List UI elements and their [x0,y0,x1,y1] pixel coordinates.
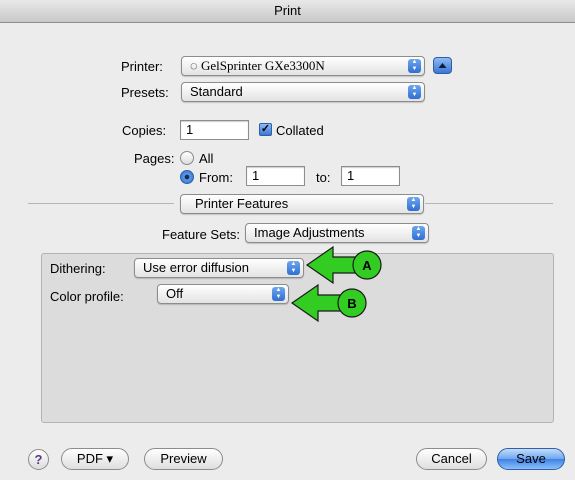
callout-a-label: A [362,258,372,273]
copies-value: 1 [186,122,194,137]
disclosure-up-button[interactable] [433,57,452,74]
printer-name: GelSprinter GXe3300N [200,58,325,73]
color-profile-popup[interactable]: Off ▲ ▼ [157,284,289,304]
pages-to-label: to: [316,170,331,185]
pages-label: Pages: [134,151,175,166]
pdf-button[interactable]: PDF ▾ [61,448,129,470]
cancel-button[interactable]: Cancel [416,448,487,470]
feature-options-panel [41,253,554,423]
pages-all-radio[interactable] [180,151,194,165]
save-button[interactable]: Save [497,448,565,470]
separator-right [425,203,553,204]
popup-arrows-icon: ▲ ▼ [272,287,285,301]
color-profile-label: Color profile: [50,289,124,304]
help-button[interactable]: ? [28,449,49,470]
dithering-value: Use error diffusion [143,260,249,275]
popup-arrows-icon: ▲ ▼ [407,197,420,211]
popup-arrows-icon: ▲ ▼ [408,85,421,99]
collated-checkbox[interactable]: ✓ [259,123,272,136]
callout-b-arrow: B [290,283,367,323]
presets-popup[interactable]: Standard ▲ ▼ [181,82,425,102]
pages-to-field[interactable]: 1 [341,166,400,186]
presets-label: Presets: [121,85,169,100]
pages-to-value: 1 [347,168,355,183]
preview-button[interactable]: Preview [144,448,223,470]
pages-from-field[interactable]: 1 [246,166,305,186]
printer-label: Printer: [121,59,163,74]
presets-value: Standard [190,84,243,99]
section-value: Printer Features [195,196,289,211]
triangle-up-icon [438,63,447,68]
feature-sets-value: Image Adjustments [254,225,365,240]
dithering-label: Dithering: [50,261,106,276]
copies-label: Copies: [122,123,167,138]
color-profile-value: Off [166,286,184,301]
window-title: Print [0,0,575,23]
feature-sets-popup[interactable]: Image Adjustments ▲ ▼ [245,223,429,243]
printer-status-icon: ◌ [190,58,198,73]
pages-from-value: 1 [252,168,260,183]
section-popup[interactable]: Printer Features ▲ ▼ [180,194,424,214]
printer-popup[interactable]: ◌ GelSprinter GXe3300N ▲ ▼ [181,56,425,76]
copies-field[interactable]: 1 [180,120,249,140]
popup-arrows-icon: ▲ ▼ [408,59,421,73]
pages-from-radio[interactable] [180,170,194,184]
pages-from-label: From: [199,170,233,185]
dithering-popup[interactable]: Use error diffusion ▲ ▼ [134,258,304,278]
collated-label: Collated [276,123,324,138]
popup-arrows-icon: ▲ ▼ [412,226,425,240]
feature-sets-label: Feature Sets: [162,227,241,242]
popup-arrows-icon: ▲ ▼ [287,261,300,275]
callout-b-label: B [347,296,356,311]
pages-all-label: All [199,151,214,166]
separator-left [28,203,174,204]
